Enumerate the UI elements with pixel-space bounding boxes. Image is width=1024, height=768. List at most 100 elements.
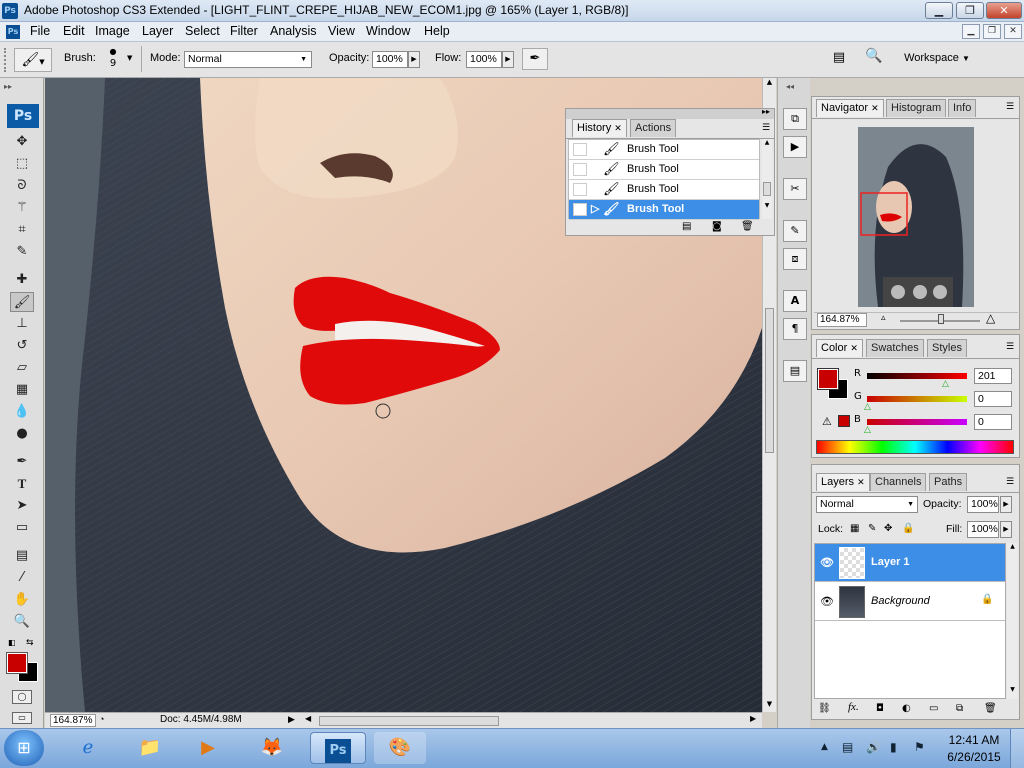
scroll-left-arrow-icon[interactable]: ◀ bbox=[305, 714, 311, 723]
zoom-tool-icon[interactable]: 🔍 bbox=[10, 612, 34, 632]
menu-view[interactable]: View bbox=[328, 24, 355, 38]
crop-tool-icon[interactable]: ⌗ bbox=[10, 220, 34, 240]
panel-menu-icon[interactable]: ☰ bbox=[762, 123, 770, 133]
move-tool-icon[interactable]: ✥ bbox=[10, 132, 34, 152]
trash-icon[interactable]: 🗑 bbox=[741, 221, 754, 232]
notes-dock-icon[interactable]: ▤ bbox=[783, 360, 807, 382]
blue-value-input[interactable]: 0 bbox=[974, 414, 1012, 430]
brushes-dock-icon[interactable]: ✎ bbox=[783, 220, 807, 242]
doc-restore-button[interactable]: ❐ bbox=[983, 24, 1001, 39]
tab-paths[interactable]: Paths bbox=[929, 473, 968, 491]
tools-ps-logo[interactable]: Ps bbox=[7, 104, 39, 128]
lock-pixels-icon[interactable]: ✎ bbox=[868, 523, 876, 534]
zoom-out-icon[interactable]: ▵ bbox=[881, 313, 886, 323]
file-explorer-icon[interactable]: 📁 bbox=[130, 732, 170, 764]
green-value-input[interactable]: 0 bbox=[974, 391, 1012, 407]
history-scrollbar[interactable]: ▲ ▼ bbox=[762, 139, 772, 219]
collapse-arrows-icon[interactable]: ▸▸ bbox=[762, 107, 770, 116]
default-colors-icon[interactable]: ◧ bbox=[8, 638, 18, 648]
close-icon[interactable]: ✕ bbox=[614, 123, 622, 133]
show-desktop-button[interactable] bbox=[1010, 729, 1024, 768]
quick-mask-icon[interactable]: ◯ bbox=[12, 690, 32, 704]
tab-navigator[interactable]: Navigator ✕ bbox=[816, 99, 884, 117]
scroll-up-arrow-icon[interactable]: ▲ bbox=[1007, 543, 1018, 550]
shape-tool-icon[interactable]: ▭ bbox=[10, 518, 34, 538]
pen-tool-icon[interactable]: ✒ bbox=[10, 452, 34, 472]
panel-menu-icon[interactable]: ☰ bbox=[1006, 477, 1014, 487]
blend-mode-select[interactable]: Normal ▼ bbox=[816, 496, 918, 513]
layers-scrollbar[interactable]: ▲ ▼ bbox=[1007, 543, 1018, 699]
status-arrow-icon[interactable]: ▶ bbox=[288, 714, 295, 725]
new-document-from-state-icon[interactable]: ▤ bbox=[682, 221, 691, 232]
scroll-thumb[interactable] bbox=[763, 182, 771, 196]
signal-icon[interactable]: ▮ bbox=[890, 740, 897, 754]
blue-slider[interactable] bbox=[867, 419, 967, 425]
trash-icon[interactable]: 🗑 bbox=[984, 703, 997, 714]
lock-position-icon[interactable]: ✥ bbox=[884, 523, 892, 534]
scroll-right-arrow-icon[interactable]: ▶ bbox=[750, 714, 756, 723]
internet-explorer-icon[interactable]: ℯ bbox=[68, 732, 108, 764]
navigator-zoom-field[interactable]: 164.87% bbox=[817, 313, 867, 327]
clock-time[interactable]: 12:41 AM bbox=[944, 733, 1004, 747]
scroll-up-arrow-icon[interactable]: ▲ bbox=[762, 139, 772, 146]
marquee-tool-icon[interactable]: ⬚ bbox=[10, 154, 34, 174]
paragraph-dock-icon[interactable]: ¶ bbox=[783, 318, 807, 340]
network-device-icon[interactable]: ▤ bbox=[842, 740, 853, 754]
eraser-icon[interactable]: ▱ bbox=[10, 358, 34, 378]
camera-snapshot-icon[interactable]: ◙ bbox=[712, 221, 722, 232]
blue-slider-thumb-icon[interactable]: △ bbox=[864, 425, 871, 435]
hand-tool-icon[interactable]: ✋ bbox=[10, 590, 34, 610]
restore-button[interactable]: ❐ bbox=[956, 2, 984, 19]
show-hidden-icons-icon[interactable]: ▲ bbox=[821, 742, 828, 752]
layer-opacity-input[interactable]: 100% bbox=[967, 496, 999, 513]
scroll-down-arrow-icon[interactable]: ▼ bbox=[763, 700, 776, 712]
layer-mask-icon[interactable]: ◘ bbox=[876, 703, 884, 714]
menu-edit[interactable]: Edit bbox=[63, 24, 85, 38]
history-dock-icon[interactable]: ⧉ bbox=[783, 108, 807, 130]
tab-swatches[interactable]: Swatches bbox=[866, 339, 924, 357]
screen-mode-icon[interactable]: ▭ bbox=[12, 712, 32, 724]
flow-slider-button[interactable]: ▶ bbox=[502, 51, 514, 68]
eye-visibility-icon[interactable]: 👁 bbox=[820, 556, 834, 569]
layer-opacity-slider-button[interactable]: ▶ bbox=[1000, 496, 1012, 513]
layer-row-background[interactable]: 👁 Background 🔒 bbox=[815, 583, 1005, 621]
brush-tool-icon[interactable]: 🖌 bbox=[10, 292, 34, 312]
menu-image[interactable]: Image bbox=[95, 24, 130, 38]
new-layer-icon[interactable]: ⧉ bbox=[956, 703, 963, 714]
menu-layer[interactable]: Layer bbox=[142, 24, 173, 38]
green-slider[interactable] bbox=[867, 396, 967, 402]
status-menu-icon[interactable]: ◔ bbox=[99, 714, 104, 724]
close-button[interactable]: ✕ bbox=[986, 2, 1022, 19]
foreground-color-swatch[interactable] bbox=[6, 652, 28, 674]
flow-input[interactable]: 100% bbox=[466, 51, 502, 68]
color-fg-swatch[interactable] bbox=[817, 368, 839, 390]
scroll-up-arrow-icon[interactable]: ▲ bbox=[763, 78, 776, 90]
close-icon[interactable]: ✕ bbox=[857, 477, 865, 487]
menu-window[interactable]: Window bbox=[366, 24, 410, 38]
bridge-icon[interactable]: 🔍 bbox=[860, 48, 888, 70]
tool-preset-picker[interactable]: 🖌▼ bbox=[14, 48, 52, 72]
start-button[interactable]: ⊞ bbox=[4, 730, 44, 766]
snapshot-checkbox[interactable] bbox=[573, 203, 587, 216]
tab-actions[interactable]: Actions bbox=[630, 119, 677, 137]
document-icon[interactable]: Ps bbox=[6, 25, 20, 39]
palette-well-icon[interactable]: ▤ bbox=[830, 50, 848, 68]
eye-visibility-icon[interactable]: 👁 bbox=[820, 595, 834, 608]
tab-channels[interactable]: Channels bbox=[870, 473, 927, 491]
tab-histogram[interactable]: Histogram bbox=[886, 99, 947, 117]
collapse-arrows-icon[interactable]: ▸▸ bbox=[4, 82, 40, 92]
tab-styles[interactable]: Styles bbox=[927, 339, 967, 357]
doc-minimize-button[interactable]: ▁ bbox=[962, 24, 980, 39]
snapshot-checkbox[interactable] bbox=[573, 183, 587, 196]
lock-transparency-icon[interactable]: ▦ bbox=[850, 523, 859, 534]
grip-handle[interactable] bbox=[4, 48, 8, 72]
opacity-input[interactable]: 100% bbox=[372, 51, 408, 68]
gradient-tool-icon[interactable]: ▦ bbox=[10, 380, 34, 400]
fill-input[interactable]: 100% bbox=[967, 521, 999, 538]
history-row[interactable]: 🖌 Brush Tool bbox=[569, 160, 759, 180]
lasso-tool-icon[interactable]: ᘐ bbox=[10, 176, 34, 196]
panel-menu-icon[interactable]: ☰ bbox=[1006, 342, 1014, 352]
eyedropper-icon[interactable]: ⁄ bbox=[10, 568, 34, 588]
red-slider-thumb-icon[interactable]: △ bbox=[942, 379, 949, 389]
snapshot-checkbox[interactable] bbox=[573, 143, 587, 156]
